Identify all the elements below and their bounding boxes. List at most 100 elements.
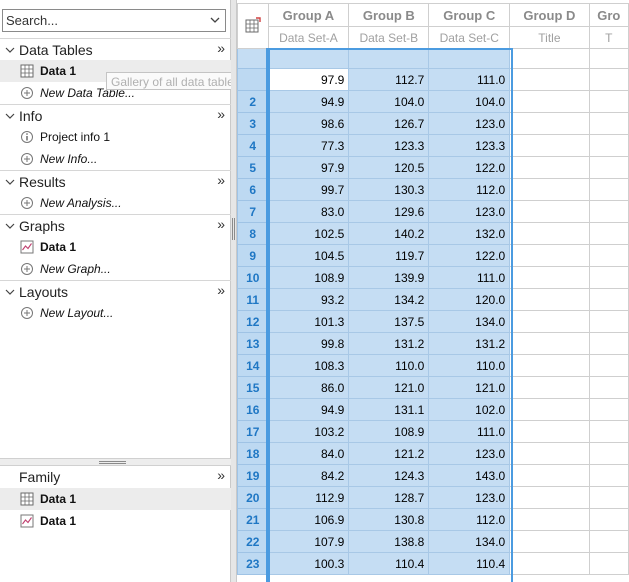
empty-cell[interactable] bbox=[509, 200, 590, 223]
table-cell[interactable]: 112.0 bbox=[428, 508, 511, 531]
table-cell[interactable]: 106.9 bbox=[267, 508, 350, 531]
table-cell[interactable]: 108.3 bbox=[267, 354, 350, 377]
empty-cell[interactable] bbox=[509, 178, 590, 201]
empty-cell[interactable] bbox=[588, 178, 629, 201]
chevron-down-icon[interactable] bbox=[208, 13, 222, 27]
table-cell[interactable]: 121.2 bbox=[348, 442, 430, 465]
row-number[interactable]: 22 bbox=[237, 530, 269, 553]
table-cell[interactable]: 140.2 bbox=[348, 222, 430, 245]
empty-cell[interactable] bbox=[509, 244, 590, 267]
table-cell[interactable]: 110.0 bbox=[348, 354, 430, 377]
empty-cell[interactable] bbox=[509, 420, 590, 443]
table-cell[interactable]: 123.0 bbox=[428, 112, 511, 135]
table-cell[interactable]: 84.0 bbox=[267, 442, 350, 465]
empty-cell[interactable] bbox=[588, 552, 629, 575]
row-number[interactable]: 2 bbox=[237, 90, 269, 113]
empty-cell[interactable] bbox=[588, 134, 629, 157]
empty-cell[interactable] bbox=[509, 442, 590, 465]
table-cell[interactable]: 104.0 bbox=[428, 90, 511, 113]
column-group-header[interactable]: Group B bbox=[348, 3, 430, 27]
family-item-data-table[interactable]: Data 1 bbox=[0, 488, 231, 510]
empty-cell[interactable] bbox=[588, 398, 629, 421]
row-number[interactable]: 18 bbox=[237, 442, 269, 465]
table-cell[interactable]: 108.9 bbox=[348, 420, 430, 443]
table-cell[interactable]: 94.9 bbox=[267, 90, 350, 113]
table-cell[interactable]: 83.0 bbox=[267, 200, 350, 223]
empty-cell[interactable] bbox=[588, 68, 629, 91]
empty-cell[interactable] bbox=[588, 354, 629, 377]
table-cell[interactable]: 104.0 bbox=[348, 90, 430, 113]
table-cell[interactable]: 139.9 bbox=[348, 266, 430, 289]
row-number[interactable]: 20 bbox=[237, 486, 269, 509]
empty-cell[interactable] bbox=[588, 486, 629, 509]
row-number[interactable]: 3 bbox=[237, 112, 269, 135]
column-title-cell[interactable]: Data Set-B bbox=[348, 26, 430, 49]
section-layouts[interactable]: Layouts » bbox=[0, 280, 231, 302]
table-cell[interactable]: 121.0 bbox=[348, 376, 430, 399]
table-cell[interactable]: 120.0 bbox=[428, 288, 511, 311]
row-header-cell[interactable] bbox=[237, 48, 269, 69]
expand-icon[interactable]: » bbox=[217, 40, 225, 56]
empty-cell[interactable] bbox=[509, 222, 590, 245]
empty-cell[interactable] bbox=[588, 310, 629, 333]
subheader-cell[interactable] bbox=[267, 48, 350, 69]
row-number[interactable]: 16 bbox=[237, 398, 269, 421]
subheader-cell[interactable] bbox=[348, 48, 430, 69]
subheader-cell[interactable] bbox=[588, 48, 629, 69]
empty-cell[interactable] bbox=[588, 332, 629, 355]
table-cell[interactable]: 86.0 bbox=[267, 376, 350, 399]
table-cell[interactable]: 110.4 bbox=[348, 552, 430, 575]
empty-cell[interactable] bbox=[588, 200, 629, 223]
table-cell[interactable]: 84.2 bbox=[267, 464, 350, 487]
empty-cell[interactable] bbox=[509, 354, 590, 377]
splitter-grip-icon[interactable] bbox=[99, 461, 126, 464]
empty-cell[interactable] bbox=[509, 332, 590, 355]
empty-cell[interactable] bbox=[509, 552, 590, 575]
empty-cell[interactable] bbox=[509, 464, 590, 487]
table-cell[interactable]: 131.2 bbox=[348, 332, 430, 355]
table-cell[interactable]: 122.0 bbox=[428, 244, 511, 267]
empty-cell[interactable] bbox=[588, 420, 629, 443]
empty-cell[interactable] bbox=[509, 376, 590, 399]
nav-item-new-info[interactable]: New Info... bbox=[0, 148, 231, 170]
empty-cell[interactable] bbox=[509, 530, 590, 553]
empty-cell[interactable] bbox=[509, 90, 590, 113]
table-cell[interactable]: 130.8 bbox=[348, 508, 430, 531]
row-number[interactable]: 6 bbox=[237, 178, 269, 201]
table-cell[interactable]: 137.5 bbox=[348, 310, 430, 333]
subheader-cell[interactable] bbox=[428, 48, 511, 69]
expand-icon[interactable]: » bbox=[217, 467, 225, 483]
table-cell[interactable]: 126.7 bbox=[348, 112, 430, 135]
row-number[interactable]: 12 bbox=[237, 310, 269, 333]
table-cell[interactable]: 123.3 bbox=[428, 134, 511, 157]
table-cell[interactable]: 100.3 bbox=[267, 552, 350, 575]
table-cell[interactable]: 108.9 bbox=[267, 266, 350, 289]
row-number[interactable]: 13 bbox=[237, 332, 269, 355]
empty-cell[interactable] bbox=[588, 244, 629, 267]
table-cell[interactable]: 123.0 bbox=[428, 442, 511, 465]
empty-cell[interactable] bbox=[588, 376, 629, 399]
empty-cell[interactable] bbox=[509, 266, 590, 289]
row-number[interactable]: 4 bbox=[237, 134, 269, 157]
empty-cell[interactable] bbox=[588, 442, 629, 465]
search-input[interactable] bbox=[6, 12, 202, 29]
table-cell[interactable]: 93.2 bbox=[267, 288, 350, 311]
table-cell[interactable]: 99.8 bbox=[267, 332, 350, 355]
table-cell[interactable]: 111.0 bbox=[428, 266, 511, 289]
empty-cell[interactable] bbox=[509, 156, 590, 179]
table-cell[interactable]: 143.0 bbox=[428, 464, 511, 487]
panel-splitter[interactable] bbox=[0, 458, 231, 466]
table-cell[interactable]: 131.2 bbox=[428, 332, 511, 355]
collapse-icon[interactable] bbox=[5, 287, 15, 297]
row-number[interactable]: 9 bbox=[237, 244, 269, 267]
table-cell[interactable]: 138.8 bbox=[348, 530, 430, 553]
row-number[interactable] bbox=[237, 68, 269, 91]
table-cell[interactable]: 101.3 bbox=[267, 310, 350, 333]
empty-cell[interactable] bbox=[588, 530, 629, 553]
table-cell[interactable]: 134.0 bbox=[428, 530, 511, 553]
empty-cell[interactable] bbox=[509, 398, 590, 421]
empty-cell[interactable] bbox=[588, 90, 629, 113]
column-title-cell[interactable]: Title bbox=[509, 26, 590, 49]
table-cell[interactable]: 120.5 bbox=[348, 156, 430, 179]
section-info[interactable]: Info » bbox=[0, 104, 231, 126]
